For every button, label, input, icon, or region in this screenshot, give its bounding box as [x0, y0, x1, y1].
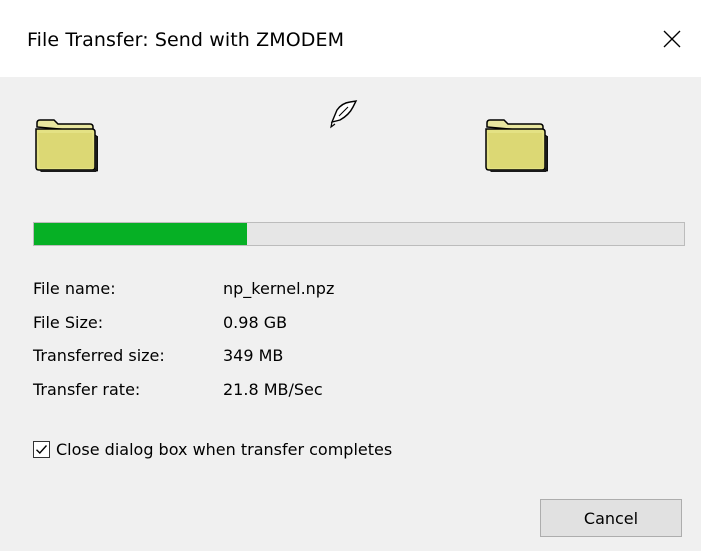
transfer-rate-label: Transfer rate:	[33, 380, 141, 399]
cancel-button[interactable]: Cancel	[540, 499, 682, 537]
zmodem-transfer-dialog: File Transfer: Send with ZMODEM File nam…	[0, 0, 701, 551]
close-on-complete-label: Close dialog box when transfer completes	[56, 440, 393, 459]
folder-icon	[485, 119, 548, 172]
flying-paper-icon	[330, 100, 358, 129]
window-title: File Transfer: Send with ZMODEM	[27, 29, 345, 51]
close-on-complete-checkbox[interactable]	[33, 441, 50, 458]
close-button[interactable]	[643, 0, 701, 77]
transferred-size-label: Transferred size:	[33, 346, 165, 365]
file-name-row: File name: np_kernel.npz	[33, 279, 673, 301]
title-bar[interactable]: File Transfer: Send with ZMODEM	[0, 0, 701, 77]
checkmark-icon	[36, 445, 48, 455]
folder-icon	[35, 119, 98, 172]
file-size-value: 0.98 GB	[223, 313, 288, 332]
transfer-progress-bar	[33, 222, 685, 246]
dialog-body: File name: np_kernel.npz File Size: 0.98…	[0, 77, 701, 551]
transferred-size-value: 349 MB	[223, 346, 284, 365]
file-name-label: File name:	[33, 279, 116, 298]
close-icon	[663, 30, 681, 47]
file-size-label: File Size:	[33, 313, 104, 332]
file-name-value: np_kernel.npz	[223, 279, 335, 298]
transfer-rate-value: 21.8 MB/Sec	[223, 380, 323, 399]
file-size-row: File Size: 0.98 GB	[33, 313, 673, 335]
progress-fill	[34, 223, 248, 245]
transfer-rate-row: Transfer rate: 21.8 MB/Sec	[33, 380, 673, 402]
close-on-complete-option[interactable]: Close dialog box when transfer completes	[33, 440, 392, 459]
transferred-size-row: Transferred size: 349 MB	[33, 346, 673, 368]
